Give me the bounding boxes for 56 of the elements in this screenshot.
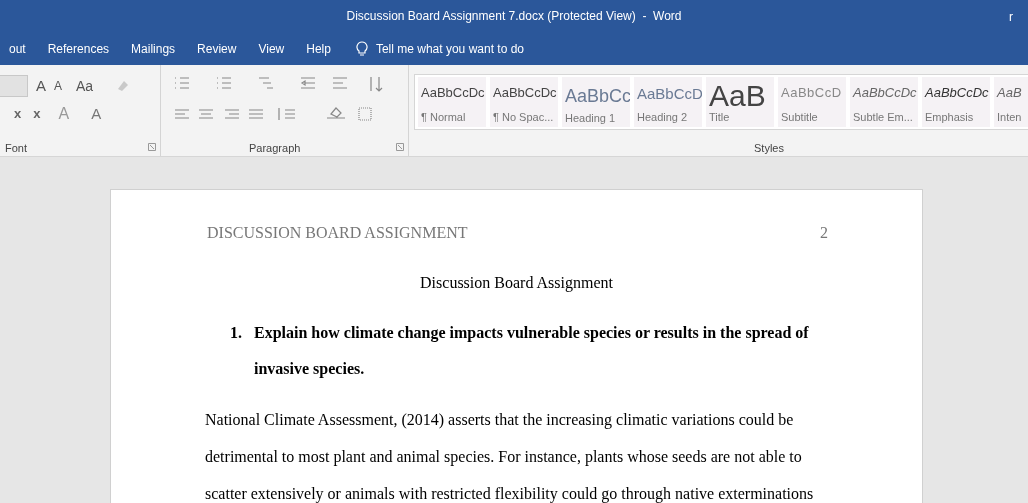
style-name: Subtitle (781, 109, 818, 125)
style-name: ¶ No Spac... (493, 109, 554, 125)
dialog-launcher-icon[interactable] (148, 143, 156, 151)
superscript-button[interactable]: x (33, 104, 41, 124)
style-preview: AaB (997, 84, 1022, 102)
shrink-font-button[interactable]: A (54, 77, 63, 95)
style-tile[interactable]: AaBbCcD Heading 2 (634, 77, 702, 127)
style-preview: AaBbCcDc (493, 84, 557, 102)
lightbulb-icon (355, 40, 368, 57)
style-name: ¶ Normal (421, 109, 466, 125)
style-preview: AaBbCc (565, 85, 630, 108)
window-title: Discussion Board Assignment 7.docx (Protected View) - Word (346, 8, 682, 25)
style-name: Emphasis (925, 109, 974, 125)
style-name: Inten (997, 109, 1022, 125)
question-text: Explain how climate change impacts vulnerable species or results in the spread of invasive species. (254, 323, 809, 380)
style-name: Heading 2 (637, 109, 688, 125)
user-initial: r (1009, 9, 1013, 26)
ribbon-tab[interactable]: Help (295, 39, 342, 58)
style-tile[interactable]: AaBbCcDc Emphasis (922, 77, 990, 127)
style-tile[interactable]: AaBbCcDc ¶ Normal (418, 77, 486, 127)
document-title: Discussion Board Assignment (420, 274, 613, 291)
style-tile[interactable]: AaBbCcDc Subtle Em... (850, 77, 918, 127)
group-label: Font (5, 141, 27, 156)
font-size-dropdown[interactable] (0, 75, 28, 97)
ribbon-tab[interactable]: References (36, 39, 121, 58)
body-paragraph: National Climate Assessment, (2014) asserts that the increasing climatic variations could be detrimental to most plant and animal species. For instance, plants whose seeds are not able to scatter extensively or animals with restricted flexibility could go through native exterminations (205, 410, 814, 503)
style-preview: AaBbCcD (637, 84, 702, 104)
style-preview: AaBbCcDc (421, 84, 485, 102)
style-preview: AaBbCcD (781, 84, 842, 102)
style-preview: AaBbCcDc (925, 84, 989, 102)
style-name: Heading 1 (565, 111, 616, 126)
clear-formatting-icon[interactable] (115, 79, 130, 93)
style-tile[interactable]: AaBbCcDc ¶ No Spac... (490, 77, 558, 127)
group-label: Styles (754, 141, 784, 156)
subscript-button[interactable]: x (14, 104, 22, 124)
page-header: DISCUSSION BOARD ASSIGNMENT (207, 223, 468, 243)
style-tile[interactable]: AaB Inten (994, 77, 1028, 127)
style-name: Subtle Em... (853, 109, 913, 125)
style-tile[interactable]: AaB Title (706, 77, 774, 127)
ribbon-tab[interactable]: out (0, 39, 37, 58)
ribbon-tab[interactable]: View (247, 39, 296, 58)
style-preview: AaBbCcDc (853, 84, 917, 102)
page-number: 2 (820, 223, 828, 243)
style-name: Title (709, 110, 730, 125)
font-color-button[interactable]: A (91, 102, 102, 126)
group-label: Paragraph (249, 141, 301, 156)
change-case-button[interactable]: Aa (76, 75, 94, 97)
dialog-launcher-icon[interactable] (396, 143, 404, 151)
tell-me-search[interactable]: Tell me what you want to do (375, 39, 524, 58)
list-number: 1. (230, 323, 243, 343)
ribbon-tab[interactable]: Review (186, 39, 248, 58)
style-tile[interactable]: AaBbCcD Subtitle (778, 77, 846, 127)
style-preview: AaB (709, 83, 766, 109)
style-tile[interactable]: AaBbCc Heading 1 (562, 77, 630, 127)
grow-font-button[interactable]: A (36, 74, 46, 98)
ribbon-tab[interactable]: Mailings (120, 39, 187, 58)
